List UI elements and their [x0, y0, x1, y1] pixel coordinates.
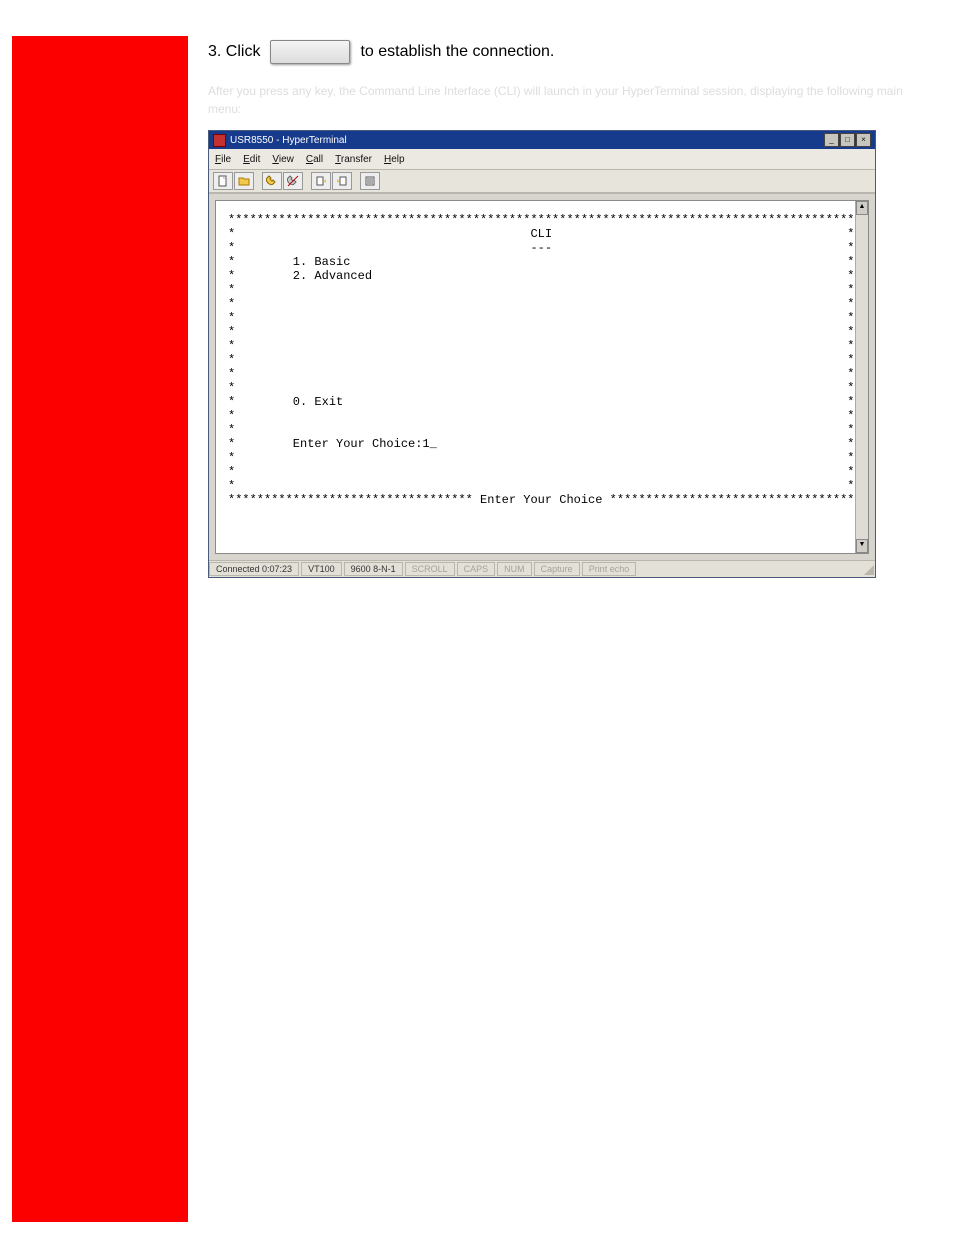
ok-button-illustration: [270, 40, 350, 64]
window-title: USR8550 - HyperTerminal: [230, 135, 347, 146]
left-red-sidebar: [12, 36, 188, 1222]
scroll-down-icon[interactable]: ▼: [856, 539, 868, 553]
menu-file[interactable]: File: [215, 154, 231, 165]
menu-help[interactable]: Help: [384, 154, 405, 165]
phone-connect-icon[interactable]: [262, 172, 282, 190]
status-caps: CAPS: [457, 562, 496, 576]
status-connected: Connected 0:07:23: [209, 562, 299, 576]
toolbar: [209, 170, 875, 194]
hyperterminal-window: USR8550 - HyperTerminal _ □ × File Edit …: [208, 130, 876, 578]
window-control-buttons: _ □ ×: [824, 133, 871, 147]
menu-bar: File Edit View Call Transfer Help: [209, 149, 875, 170]
properties-icon[interactable]: [360, 172, 380, 190]
phone-disconnect-icon[interactable]: [283, 172, 303, 190]
status-emulation: VT100: [301, 562, 342, 576]
status-settings: 9600 8-N-1: [344, 562, 403, 576]
main-content: 3. Click to establish the connection. Af…: [208, 40, 928, 578]
window-titlebar: USR8550 - HyperTerminal _ □ ×: [209, 131, 875, 149]
cli-output: ****************************************…: [216, 201, 868, 511]
menu-transfer[interactable]: Transfer: [335, 154, 372, 165]
status-scroll: SCROLL: [405, 562, 455, 576]
close-button[interactable]: ×: [856, 133, 871, 147]
menu-call[interactable]: Call: [306, 154, 323, 165]
status-echo: Print echo: [582, 562, 637, 576]
step-3-suffix: to establish the connection.: [360, 43, 554, 61]
app-icon: [213, 134, 226, 147]
intro-paragraph: After you press any key, the Command Lin…: [208, 82, 928, 118]
status-num: NUM: [497, 562, 532, 576]
status-capture: Capture: [534, 562, 580, 576]
status-bar: Connected 0:07:23 VT100 9600 8-N-1 SCROL…: [209, 560, 875, 577]
new-doc-icon[interactable]: [213, 172, 233, 190]
step-3-row: 3. Click to establish the connection.: [208, 40, 928, 64]
send-file-icon[interactable]: [311, 172, 331, 190]
receive-file-icon[interactable]: [332, 172, 352, 190]
terminal-body[interactable]: ▲ ▼ ************************************…: [215, 200, 869, 554]
maximize-button[interactable]: □: [840, 133, 855, 147]
scroll-up-icon[interactable]: ▲: [856, 201, 868, 215]
open-folder-icon[interactable]: [234, 172, 254, 190]
minimize-button[interactable]: _: [824, 133, 839, 147]
menu-view[interactable]: View: [272, 154, 294, 165]
resize-grip-icon[interactable]: [861, 562, 875, 576]
step-3-prefix: 3. Click: [208, 43, 260, 61]
vertical-scrollbar[interactable]: ▲ ▼: [855, 201, 868, 553]
menu-edit[interactable]: Edit: [243, 154, 260, 165]
